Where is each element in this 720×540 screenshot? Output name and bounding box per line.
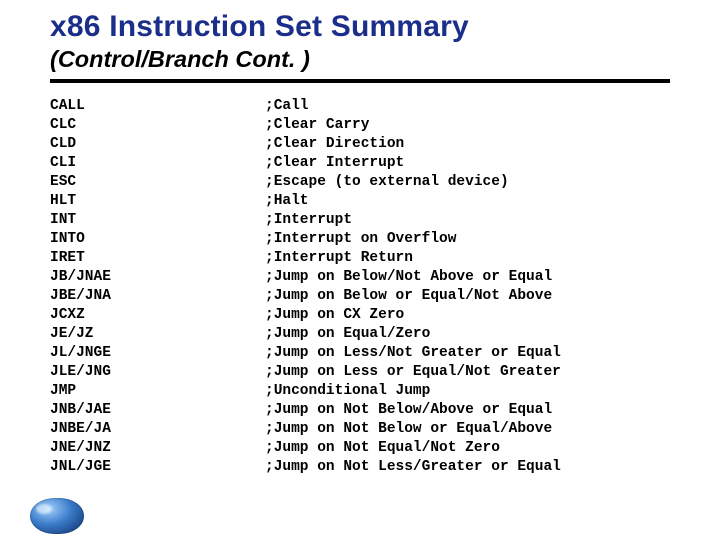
instruction-description: ;Jump on Less or Equal/Not Greater [265,363,680,382]
instruction-mnemonic: INTO [50,230,265,249]
instruction-mnemonic: JNL/JGE [50,458,265,477]
instruction-description: ;Jump on Not Equal/Not Zero [265,439,680,458]
table-row: CLC;Clear Carry [50,116,680,135]
instruction-mnemonic: JBE/JNA [50,287,265,306]
instruction-description: ;Jump on Not Less/Greater or Equal [265,458,680,477]
slide: x86 Instruction Set Summary (Control/Bra… [0,0,720,540]
table-row: HLT;Halt [50,192,680,211]
table-row: INT;Interrupt [50,211,680,230]
table-row: JCXZ;Jump on CX Zero [50,306,680,325]
instruction-description: ;Jump on Not Below/Above or Equal [265,401,680,420]
instruction-description: ;Interrupt on Overflow [265,230,680,249]
instruction-description: ;Jump on Less/Not Greater or Equal [265,344,680,363]
table-row: IRET;Interrupt Return [50,249,680,268]
instruction-description: ;Interrupt [265,211,680,230]
instruction-mnemonic: ESC [50,173,265,192]
instruction-description: ;Jump on Not Below or Equal/Above [265,420,680,439]
instruction-description: ;Clear Carry [265,116,680,135]
instruction-mnemonic: CLD [50,135,265,154]
table-row: ESC;Escape (to external device) [50,173,680,192]
instruction-table: CALL;CallCLC;Clear CarryCLD;Clear Direct… [50,97,680,477]
instruction-mnemonic: JB/JNAE [50,268,265,287]
instruction-mnemonic: CLI [50,154,265,173]
instruction-description: ;Call [265,97,680,116]
instruction-description: ;Jump on Equal/Zero [265,325,680,344]
instruction-description: ;Jump on CX Zero [265,306,680,325]
table-row: JBE/JNA;Jump on Below or Equal/Not Above [50,287,680,306]
instruction-description: ;Clear Direction [265,135,680,154]
table-row: CLD;Clear Direction [50,135,680,154]
table-row: JNL/JGE;Jump on Not Less/Greater or Equa… [50,458,680,477]
instruction-mnemonic: INT [50,211,265,230]
table-row: CLI;Clear Interrupt [50,154,680,173]
instruction-description: ;Jump on Below or Equal/Not Above [265,287,680,306]
table-row: JE/JZ;Jump on Equal/Zero [50,325,680,344]
instruction-description: ;Unconditional Jump [265,382,680,401]
instruction-description: ;Clear Interrupt [265,154,680,173]
table-row: JNB/JAE;Jump on Not Below/Above or Equal [50,401,680,420]
instruction-mnemonic: IRET [50,249,265,268]
instruction-description: ;Jump on Below/Not Above or Equal [265,268,680,287]
instruction-mnemonic: JL/JNGE [50,344,265,363]
globe-logo-icon [30,498,84,534]
instruction-mnemonic: JMP [50,382,265,401]
instruction-mnemonic: CLC [50,116,265,135]
title-divider [50,79,670,83]
instruction-mnemonic: CALL [50,97,265,116]
instruction-description: ;Escape (to external device) [265,173,680,192]
instruction-mnemonic: JLE/JNG [50,363,265,382]
table-row: JMP;Unconditional Jump [50,382,680,401]
table-row: JNBE/JA;Jump on Not Below or Equal/Above [50,420,680,439]
instruction-description: ;Interrupt Return [265,249,680,268]
table-row: JL/JNGE;Jump on Less/Not Greater or Equa… [50,344,680,363]
instruction-mnemonic: JNB/JAE [50,401,265,420]
page-subtitle: (Control/Branch Cont. ) [50,46,680,73]
instruction-mnemonic: JNBE/JA [50,420,265,439]
instruction-mnemonic: JCXZ [50,306,265,325]
instruction-description: ;Halt [265,192,680,211]
table-row: JLE/JNG;Jump on Less or Equal/Not Greate… [50,363,680,382]
table-row: CALL;Call [50,97,680,116]
table-row: JNE/JNZ;Jump on Not Equal/Not Zero [50,439,680,458]
page-title: x86 Instruction Set Summary [50,10,680,44]
table-row: JB/JNAE;Jump on Below/Not Above or Equal [50,268,680,287]
instruction-mnemonic: JE/JZ [50,325,265,344]
instruction-mnemonic: HLT [50,192,265,211]
table-row: INTO;Interrupt on Overflow [50,230,680,249]
instruction-mnemonic: JNE/JNZ [50,439,265,458]
